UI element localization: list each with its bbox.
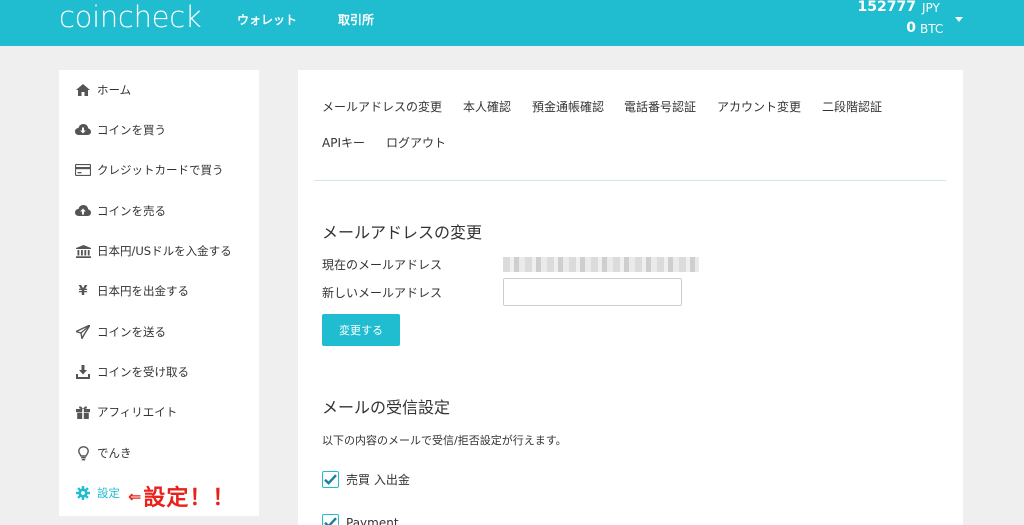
sidebar-item-withdraw[interactable]: ¥ 日本円を出金する: [59, 271, 259, 311]
sidebar: ホーム コインを買う クレジットカードで買う コインを売る 日本円/USドルを入…: [59, 70, 259, 516]
jpy-balance: 152777: [857, 0, 916, 15]
sidebar-item-label: 設定: [97, 486, 120, 500]
annotation-text: 設定！！: [143, 486, 236, 511]
sidebar-item-send-coin[interactable]: コインを送る: [59, 312, 259, 352]
cloud-download-icon: [75, 122, 91, 138]
nav-wallet[interactable]: ウォレット: [237, 11, 297, 28]
option-trade-deposit[interactable]: 売買 入出金: [322, 471, 410, 488]
sidebar-item-receive-coin[interactable]: コインを受け取る: [59, 352, 259, 392]
settings-panel: メールアドレスの変更 本人確認 預金通帳確認 電話番号認証 アカウント変更 二段…: [298, 70, 963, 525]
sidebar-item-credit-card[interactable]: クレジットカードで買う: [59, 150, 259, 190]
sidebar-item-affiliate[interactable]: アフィリエイト: [59, 392, 259, 432]
sidebar-item-label: クレジットカードで買う: [97, 163, 224, 177]
btc-balance: 0: [906, 20, 916, 36]
balance-dropdown-icon[interactable]: [955, 17, 963, 22]
sidebar-item-label: 日本円/USドルを入金する: [97, 244, 232, 258]
sidebar-item-label: コインを送る: [97, 325, 166, 339]
sidebar-item-deposit[interactable]: 日本円/USドルを入金する: [59, 231, 259, 271]
gift-icon: [75, 404, 91, 420]
sidebar-item-sell-coin[interactable]: コインを売る: [59, 191, 259, 231]
new-email-field[interactable]: [503, 278, 682, 306]
current-email-label: 現在のメールアドレス: [322, 258, 443, 272]
current-email-value: [503, 257, 699, 272]
tab-account[interactable]: アカウント変更: [717, 98, 801, 115]
sidebar-item-denki[interactable]: でんき: [59, 433, 259, 473]
sidebar-item-label: コインを売る: [97, 204, 166, 218]
logo[interactable]: coincheck: [59, 0, 202, 34]
bank-icon: [75, 243, 91, 259]
checkbox-label: 売買 入出金: [346, 473, 410, 487]
checkbox-label: Payment: [346, 515, 399, 525]
sidebar-item-label: でんき: [97, 446, 132, 460]
annotation-arrow: ⇐: [128, 486, 142, 506]
settings-annotation: ⇐ 設定！！: [128, 480, 235, 512]
checkbox[interactable]: [322, 514, 339, 525]
send-icon: [75, 324, 91, 340]
option-payment[interactable]: Payment: [322, 514, 399, 525]
download-icon: [75, 364, 91, 380]
mail-section-description: 以下の内容のメールで受信/拒否設定が行えます。: [322, 434, 567, 447]
gear-icon: [75, 485, 91, 501]
sidebar-item-buy-coin[interactable]: コインを買う: [59, 110, 259, 150]
tab-two-factor[interactable]: 二段階認証: [822, 98, 882, 115]
tab-logout[interactable]: ログアウト: [386, 134, 446, 151]
email-section-title: メールアドレスの変更: [322, 223, 483, 242]
tab-phone[interactable]: 電話番号認証: [624, 98, 696, 115]
change-email-button[interactable]: 変更する: [322, 314, 400, 346]
tab-identity[interactable]: 本人確認: [463, 98, 511, 115]
home-icon: [75, 82, 91, 98]
credit-card-icon: [75, 162, 91, 178]
sidebar-item-home[interactable]: ホーム: [59, 70, 259, 110]
cloud-upload-icon: [75, 203, 91, 219]
tabs-divider: [314, 180, 946, 181]
yen-icon: ¥: [78, 283, 88, 299]
check-icon: [324, 474, 337, 485]
tab-bankbook[interactable]: 預金通帳確認: [532, 98, 604, 115]
sidebar-item-label: ホーム: [97, 83, 132, 97]
nav-exchange[interactable]: 取引所: [338, 11, 374, 28]
sidebar-item-label: アフィリエイト: [97, 405, 178, 419]
top-header: coincheck ウォレット 取引所 152777 JPY 0 BTC: [0, 0, 1024, 46]
jpy-currency: JPY: [922, 1, 940, 15]
check-icon: [324, 517, 337, 525]
sidebar-item-label: コインを受け取る: [97, 365, 189, 379]
tab-email-change[interactable]: メールアドレスの変更: [322, 98, 442, 115]
btc-currency: BTC: [920, 22, 944, 36]
checkbox[interactable]: [322, 471, 339, 488]
sidebar-item-label: 日本円を出金する: [97, 284, 189, 298]
sidebar-item-label: コインを買う: [97, 123, 166, 137]
tab-api-key[interactable]: APIキー: [322, 134, 365, 151]
lightbulb-icon: [75, 445, 91, 461]
mail-section-title: メールの受信設定: [322, 398, 451, 417]
new-email-label: 新しいメールアドレス: [322, 286, 443, 300]
